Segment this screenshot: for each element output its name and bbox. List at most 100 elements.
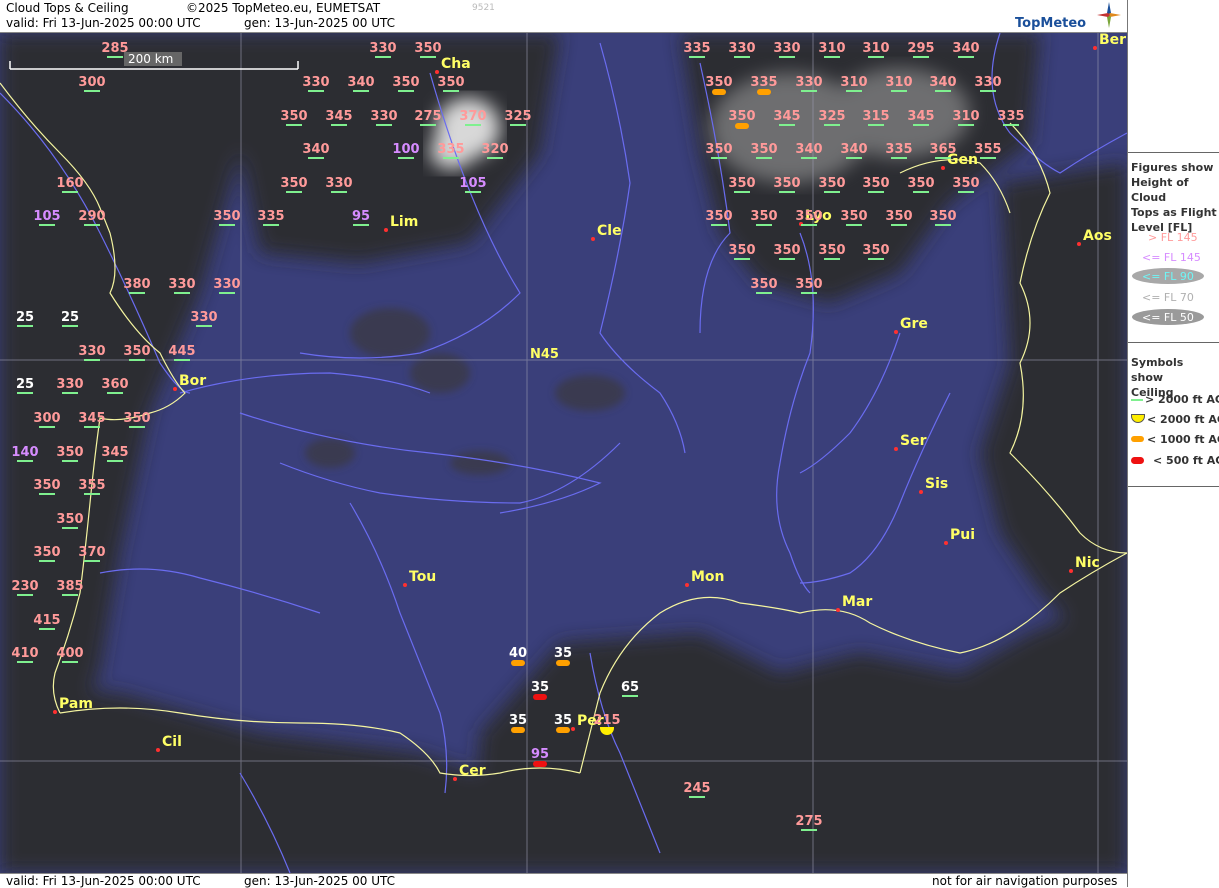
ceiling-green-line — [935, 157, 951, 159]
ceiling-green-line — [443, 90, 459, 92]
ceiling-orange-marker — [735, 123, 749, 129]
city-label: Sis — [925, 476, 949, 492]
cloud-top-label: 310 — [885, 75, 913, 90]
ceiling-green-line — [62, 191, 78, 193]
compass-icon — [1097, 2, 1121, 28]
legend-ceiling-below-500: < 500 ft AGL — [1153, 454, 1219, 467]
cloud-top-label: 345 — [78, 411, 106, 426]
cloud-top-label: 35 — [508, 713, 528, 728]
ceiling-green-line — [331, 124, 347, 126]
ceiling-green-line — [196, 325, 212, 327]
ceiling-green-line — [62, 325, 78, 327]
ceiling-green-line — [846, 224, 862, 226]
cloud-top-label: 350 — [862, 176, 890, 191]
ceiling-green-line — [308, 90, 324, 92]
cloud-top-label: 350 — [33, 545, 61, 560]
cloud-top-label: 340 — [929, 75, 957, 90]
ceiling-green-line — [17, 460, 33, 462]
ceiling-green-line — [756, 224, 772, 226]
ceiling-green-line — [935, 90, 951, 92]
cloud-top-label: 345 — [907, 109, 935, 124]
cloud-top-label: 335 — [750, 75, 778, 90]
city-label: Nic — [1075, 555, 1100, 571]
cloud-top-label: 355 — [78, 478, 106, 493]
ceiling-green-line — [980, 157, 996, 159]
city-marker — [403, 583, 407, 587]
legend-tops-title: Figures show Height of Cloud Tops as Fli… — [1131, 161, 1217, 234]
city-label: Cle — [597, 223, 622, 239]
cloud-top-label: 35 — [530, 680, 550, 695]
cloud-top-label: 65 — [620, 680, 640, 695]
ceiling-green-line — [756, 292, 772, 294]
legend-panel: Figures show Height of Cloud Tops as Fli… — [1127, 0, 1219, 887]
cloud-top-label: 350 — [840, 209, 868, 224]
ceiling-green-line — [39, 493, 55, 495]
ceiling-green-line — [376, 124, 392, 126]
logo-text: TopMeteo — [1015, 16, 1087, 31]
ceiling-green-line — [868, 56, 884, 58]
cloud-top-label: 325 — [504, 109, 532, 124]
ceiling-green-line — [711, 224, 727, 226]
cloud-top-label: 310 — [818, 41, 846, 56]
cloud-top-label: 330 — [369, 41, 397, 56]
cloud-top-label: 350 — [750, 209, 778, 224]
ceiling-green-line — [353, 90, 369, 92]
ceiling-green-line — [219, 292, 235, 294]
cloud-top-label: 100 — [392, 142, 420, 157]
cloud-top-label: 230 — [11, 579, 39, 594]
map-area[interactable]: 200 km N45 Ber Cha Gen Lim Cle Lyo Aos Gre Bor Se… — [0, 33, 1127, 873]
cloud-top-label: 300 — [78, 75, 106, 90]
ceiling-green-line — [84, 560, 100, 562]
ceiling-green-line — [84, 426, 100, 428]
ceiling-green-line — [913, 191, 929, 193]
ceiling-orange-marker — [511, 660, 525, 666]
legend-green-line-icon — [1131, 399, 1143, 401]
cloud-top-label: 350 — [33, 478, 61, 493]
cloud-top-label: 315 — [862, 109, 890, 124]
latitude-label: N45 — [530, 347, 559, 362]
ceiling-orange-marker — [511, 727, 525, 733]
city-marker — [453, 777, 457, 781]
topmeteo-logo[interactable]: TopMeteo — [1011, 2, 1121, 31]
cloud-top-label: 350 — [213, 209, 241, 224]
ceiling-orange-marker — [712, 89, 726, 95]
cloud-top-label: 350 — [907, 176, 935, 191]
ceiling-green-line — [174, 359, 190, 361]
city-marker — [836, 608, 840, 612]
legend-fl-le-145: <= FL 145 — [1142, 251, 1201, 264]
cloud-top-label: 275 — [795, 814, 823, 829]
ceiling-green-line — [398, 90, 414, 92]
cloud-top-label: 350 — [773, 176, 801, 191]
cloud-top-label: 340 — [795, 142, 823, 157]
ceiling-green-line — [913, 56, 929, 58]
cloud-top-label: 275 — [414, 109, 442, 124]
cloud-top-label: 350 — [705, 209, 733, 224]
city-marker — [173, 387, 177, 391]
ceiling-red-marker — [533, 761, 547, 767]
ceiling-green-line — [17, 392, 33, 394]
legend-fl-above-145: > FL 145 — [1148, 231, 1198, 244]
cloud-top-label: 310 — [862, 41, 890, 56]
ceiling-green-line — [801, 157, 817, 159]
cloud-top-label: 330 — [773, 41, 801, 56]
cloud-top-label: 310 — [952, 109, 980, 124]
cloud-top-label: 330 — [168, 277, 196, 292]
city-label: Bor — [179, 373, 207, 389]
cloud-top-label: 35 — [553, 713, 573, 728]
cloud-top-label: 350 — [818, 243, 846, 258]
ceiling-orange-marker — [556, 727, 570, 733]
ceiling-orange-marker — [556, 660, 570, 666]
city-marker — [435, 70, 439, 74]
ceiling-green-line — [17, 325, 33, 327]
ceiling-green-line — [107, 460, 123, 462]
ceiling-green-line — [824, 258, 840, 260]
city-label: Cil — [162, 734, 182, 750]
city-label: Pam — [59, 696, 93, 712]
city-label: Tou — [409, 569, 437, 585]
cloud-top-label: 330 — [190, 310, 218, 325]
legend-fl-le-70: <= FL 70 — [1142, 291, 1194, 304]
ceiling-green-line — [958, 124, 974, 126]
footer-gen-time: gen: 13-Jun-2025 00 UTC — [244, 874, 396, 888]
city-marker — [1093, 46, 1097, 50]
cloud-top-label: 350 — [795, 209, 823, 224]
